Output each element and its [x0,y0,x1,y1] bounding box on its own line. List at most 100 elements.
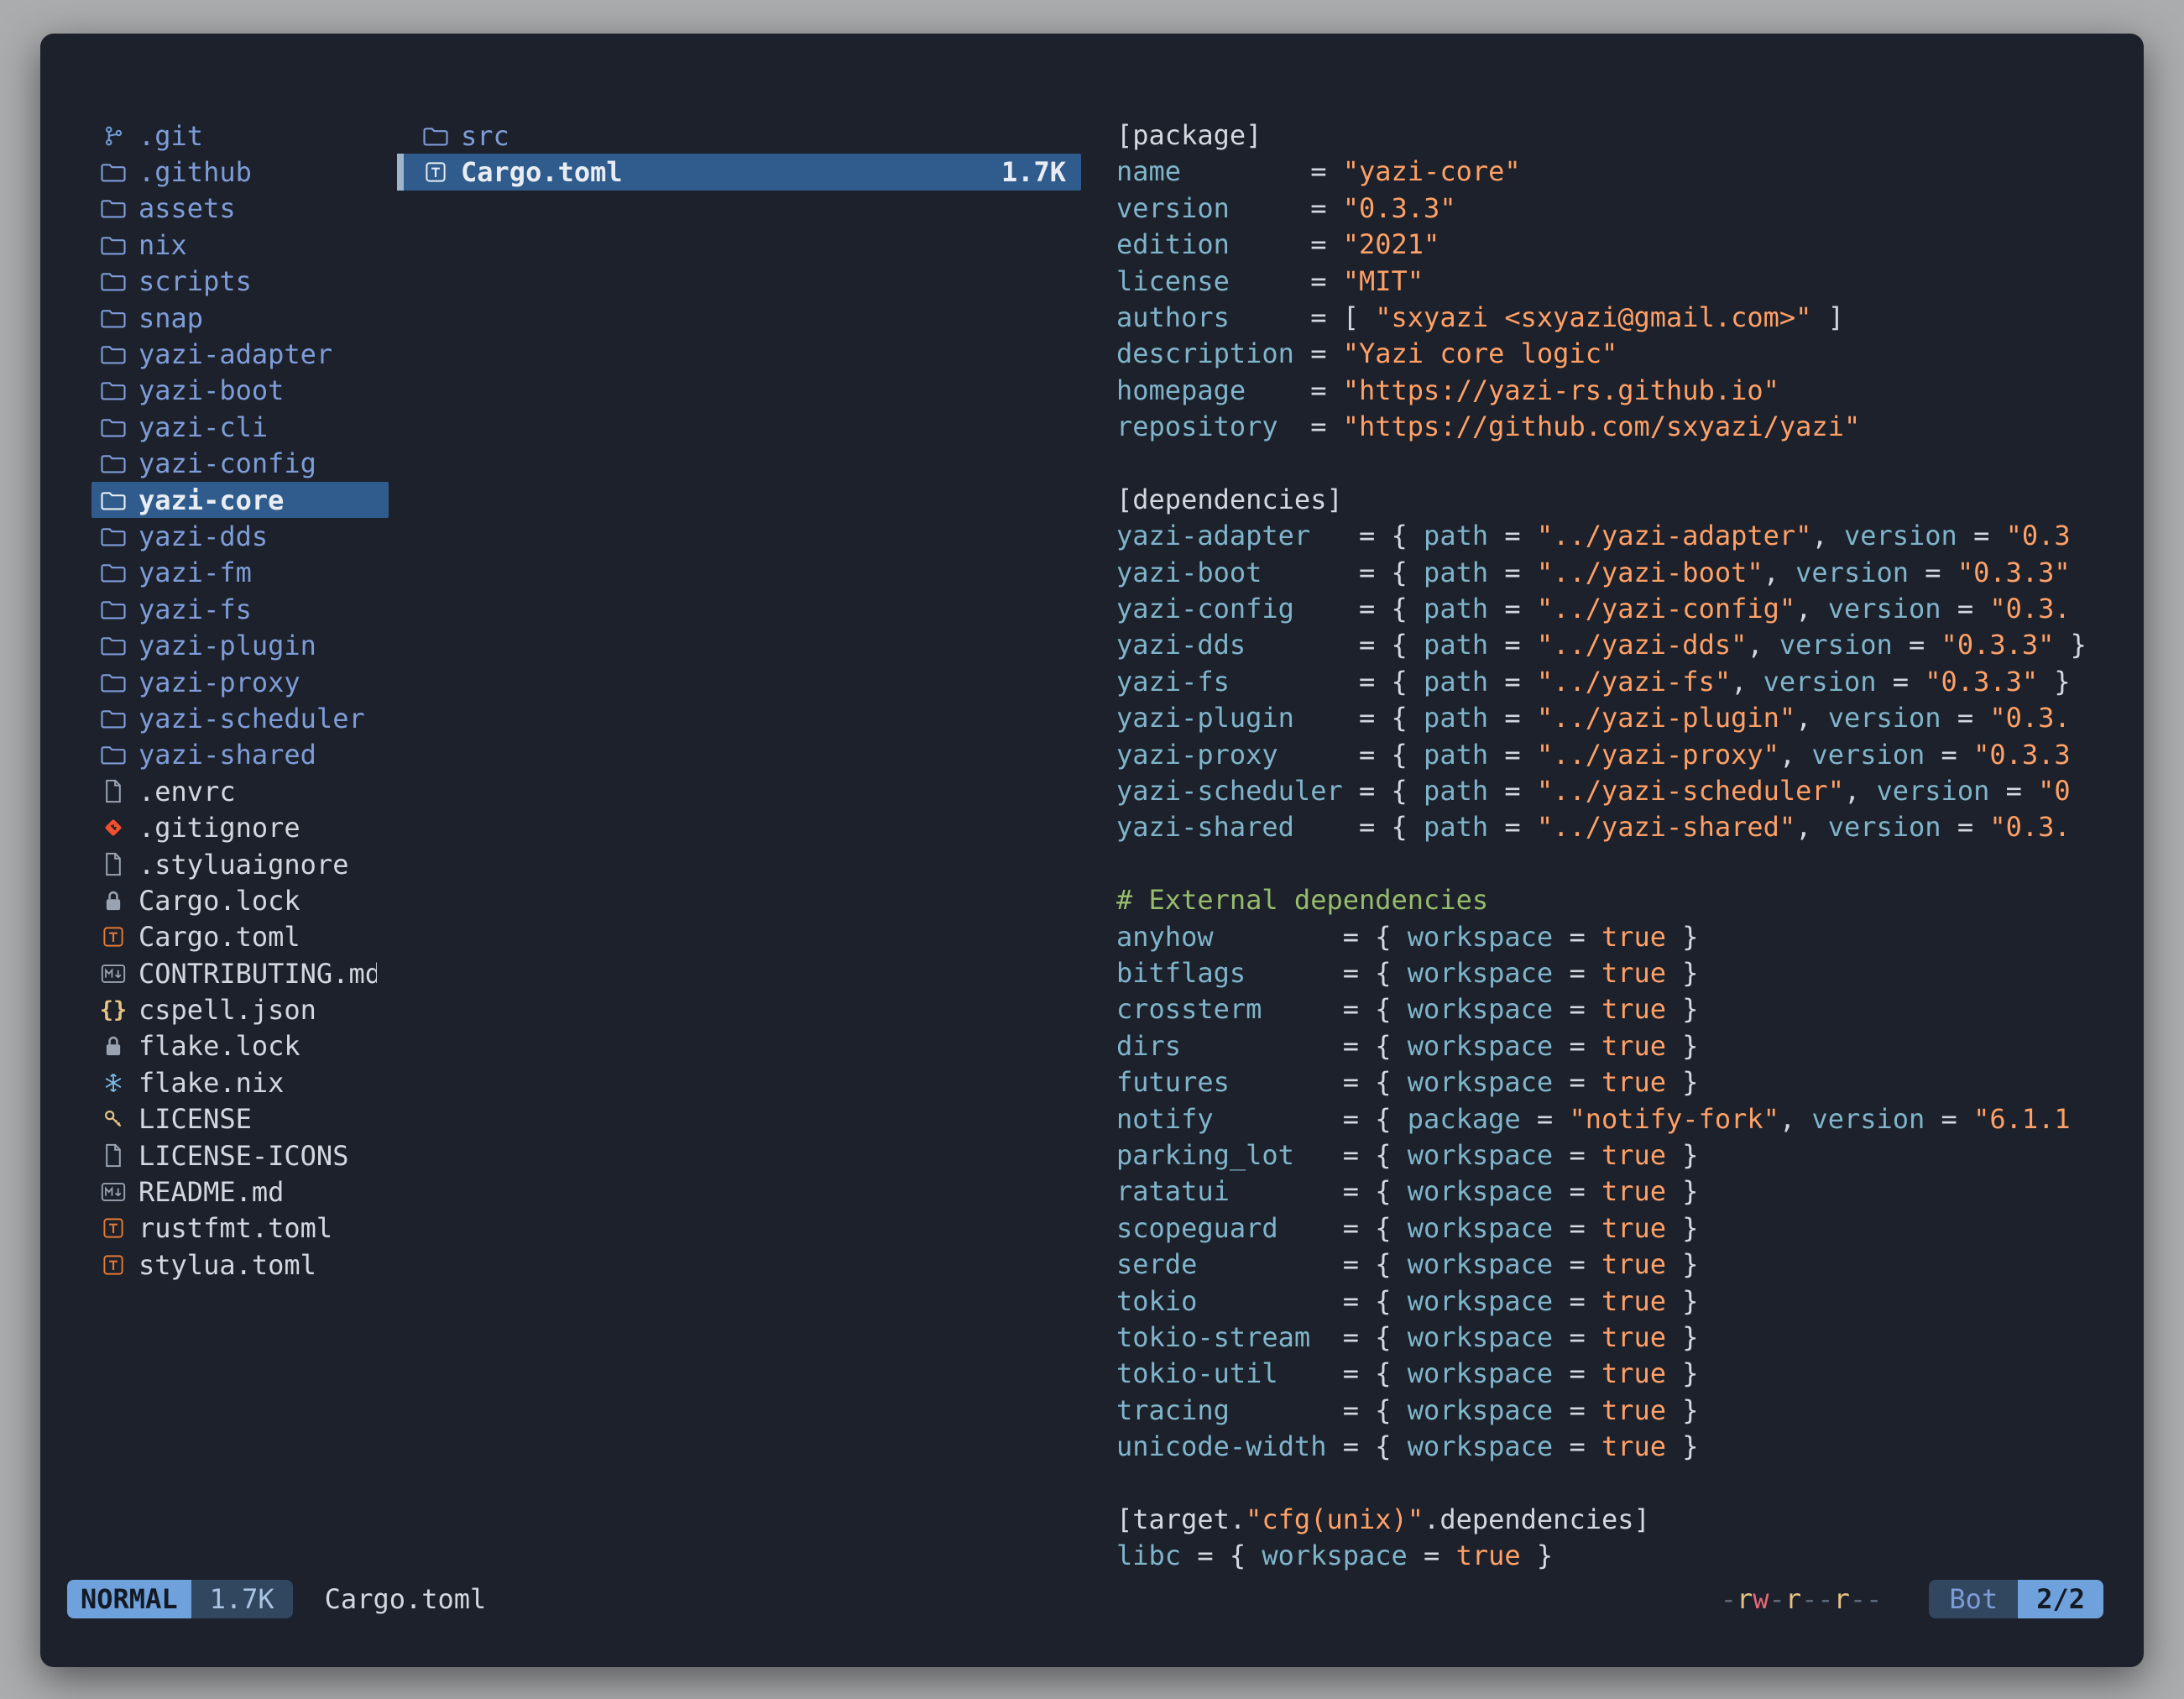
file-row-yazi-core[interactable]: yazi-core [91,482,389,518]
license-icon [98,1104,128,1134]
file-icon [98,776,128,807]
parent-pane[interactable]: .git .githubassetsnixscriptssnapyazi-adap… [91,118,389,1283]
file-row-.gitignore[interactable]: .gitignore [91,809,389,845]
file-row-yazi-adapter[interactable]: yazi-adapter [91,336,389,372]
file-row-flake.lock[interactable]: flake.lock [91,1028,389,1064]
file-name: .github [138,156,252,188]
file-name: yazi-fm [138,557,252,588]
file-row-assets[interactable]: assets [91,191,389,227]
file-row-cargo.lock[interactable]: Cargo.lock [91,882,389,918]
folder-icon [98,230,128,260]
cursor-counter-badge: 2/2 [2018,1580,2103,1618]
preview-line: scopeguard = { workspace = true } [1116,1210,2115,1247]
file-name: Cargo.toml [138,921,300,953]
file-size: 1.7K [985,156,1066,188]
file-row-yazi-dds[interactable]: yazi-dds [91,518,389,554]
preview-line: tracing = { workspace = true } [1116,1393,2115,1429]
lock-icon [98,1031,128,1061]
folder-icon [98,703,128,734]
preview-pane[interactable]: [package]name = "yazi-core"version = "0.… [1116,118,2115,1575]
nix-icon [98,1068,128,1098]
file-row-license[interactable]: LICENSE [91,1101,389,1137]
file-name: yazi-boot [138,374,284,406]
folder-icon [98,594,128,625]
folder-icon [98,667,128,698]
preview-line: parking_lot = { workspace = true } [1116,1137,2115,1174]
folder-icon [98,740,128,770]
status-right: -rw-r--r-- Bot 2/2 [1721,1580,2103,1618]
preview-line: yazi-fs = { path = "../yazi-fs", version… [1116,664,2115,700]
preview-line: yazi-boot = { path = "../yazi-boot", ver… [1116,555,2115,591]
preview-line: name = "yazi-core" [1116,154,2115,190]
file-row-.git[interactable]: .git [91,118,389,154]
file-row-yazi-shared[interactable]: yazi-shared [91,737,389,773]
file-row-nix[interactable]: nix [91,227,389,263]
file-row-yazi-plugin[interactable]: yazi-plugin [91,627,389,663]
markdown-icon [98,959,128,989]
status-bar: NORMAL 1.7K Cargo.toml -rw-r--r-- Bot 2/… [67,1580,2103,1618]
file-row-yazi-cli[interactable]: yazi-cli [91,409,389,445]
file-row-readme.md[interactable]: README.md [91,1174,389,1210]
preview-line: [target."cfg(unix)".dependencies] [1116,1502,2115,1538]
file-row-src[interactable]: src [397,118,1081,154]
file-row-.envrc[interactable]: .envrc [91,773,389,809]
toml-icon [98,1250,128,1280]
file-row-rustfmt.toml[interactable]: rustfmt.toml [91,1210,389,1247]
preview-line: description = "Yazi core logic" [1116,336,2115,372]
file-row-stylua.toml[interactable]: stylua.toml [91,1247,389,1283]
file-row-snap[interactable]: snap [91,300,389,336]
file-name: flake.lock [138,1030,300,1062]
file-row-contributing.md[interactable]: CONTRIBUTING.md [91,955,389,991]
file-row-yazi-fm[interactable]: yazi-fm [91,555,389,591]
folder-icon [98,448,128,478]
terminal-window: .git .githubassetsnixscriptssnapyazi-adap… [40,34,2144,1667]
file-row-scripts[interactable]: scripts [91,264,389,300]
current-pane[interactable]: srcCargo.toml1.7K [397,118,1081,191]
file-name: .envrc [138,776,236,808]
file-row-.styluaignore[interactable]: .styluaignore [91,846,389,882]
preview-line: tokio = { workspace = true } [1116,1283,2115,1320]
file-row-yazi-proxy[interactable]: yazi-proxy [91,664,389,700]
file-name: yazi-scheduler [138,703,365,734]
file-name: stylua.toml [138,1249,316,1281]
file-name: .gitignore [138,812,300,844]
file-name: .git [138,120,203,152]
file-row-cargo.toml[interactable]: Cargo.toml [91,919,389,955]
folder-icon [98,521,128,552]
folder-icon [98,157,128,187]
file-name: Cargo.lock [138,885,300,917]
folder-icon [98,303,128,333]
file-size-badge: 1.7K [191,1580,293,1618]
file-row-flake.nix[interactable]: flake.nix [91,1064,389,1100]
file-name: yazi-fs [138,593,252,625]
preview-line: anyhow = { workspace = true } [1116,919,2115,955]
file-manager-panes: .git .githubassetsnixscriptssnapyazi-adap… [40,34,2144,1580]
folder-icon [98,339,128,369]
preview-line: edition = "2021" [1116,227,2115,263]
markdown-icon [98,1177,128,1207]
file-name: yazi-config [138,447,316,479]
preview-line [1116,846,2115,882]
folder-icon [98,375,128,405]
file-row-yazi-config[interactable]: yazi-config [91,446,389,482]
file-row-cspell.json[interactable]: {}cspell.json [91,991,389,1027]
file-row-yazi-scheduler[interactable]: yazi-scheduler [91,700,389,736]
file-name: yazi-shared [138,739,316,771]
file-row-cargo.toml[interactable]: Cargo.toml1.7K [397,154,1081,190]
mode-badge: NORMAL [67,1580,191,1618]
file-name: LICENSE [138,1103,252,1135]
file-row-license-icons[interactable]: LICENSE-ICONS [91,1137,389,1174]
file-name: yazi-adapter [138,338,332,370]
file-name: cspell.json [138,994,316,1026]
preview-line: bitflags = { workspace = true } [1116,955,2115,991]
preview-line: yazi-dds = { path = "../yazi-dds", versi… [1116,627,2115,663]
file-icon [98,1141,128,1171]
file-name: README.md [138,1176,284,1208]
file-row-.github[interactable]: .github [91,154,389,190]
preview-line: yazi-plugin = { path = "../yazi-plugin",… [1116,700,2115,736]
preview-line: yazi-scheduler = { path = "../yazi-sched… [1116,773,2115,809]
file-row-yazi-boot[interactable]: yazi-boot [91,373,389,409]
desktop-background: { "colors": { "desktop_bg": "#aaacae", "… [0,0,2184,1699]
file-row-yazi-fs[interactable]: yazi-fs [91,591,389,627]
preview-line: futures = { workspace = true } [1116,1064,2115,1100]
